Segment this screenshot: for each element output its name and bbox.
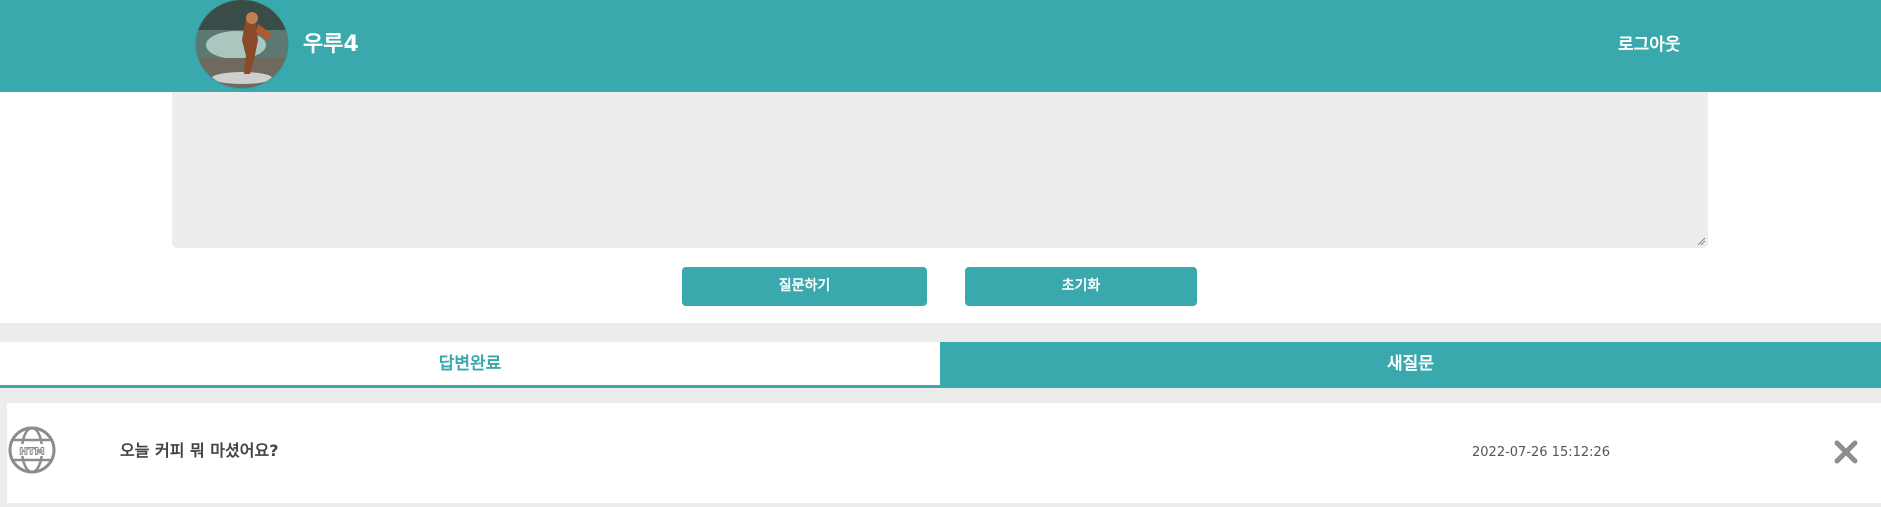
close-icon[interactable] <box>1830 436 1862 468</box>
svg-text:HTM: HTM <box>19 447 44 458</box>
username: 우루4 <box>303 32 359 57</box>
tab-new-questions[interactable]: 새질문 <box>940 342 1881 388</box>
avatar[interactable] <box>196 0 288 88</box>
avatar-image <box>196 0 288 88</box>
question-timestamp: 2022-07-26 15:12:26 <box>1472 445 1611 460</box>
tab-answered[interactable]: 답변완료 <box>0 342 940 388</box>
question-textarea[interactable] <box>172 92 1708 248</box>
list-item[interactable]: HTM 오늘 커피 뭐 마셨어요? 2022-07-26 15:12:26 <box>7 403 1881 503</box>
globe-icon: HTM <box>8 426 56 474</box>
question-tabs: 답변완료 새질문 <box>0 342 1881 388</box>
reset-button[interactable]: 초기화 <box>965 267 1197 306</box>
header: 우루4 로그아웃 <box>0 0 1881 92</box>
logout-link[interactable]: 로그아웃 <box>1618 32 1681 58</box>
ask-question-button[interactable]: 질문하기 <box>682 267 927 306</box>
question-textarea-container <box>172 92 1708 248</box>
question-text[interactable]: 오늘 커피 뭐 마셨어요? <box>120 439 278 463</box>
page: 우루4 로그아웃 질문하기 초기화 답변완료 새질문 HTM 오늘 커피 뭐 마… <box>0 0 1881 507</box>
resize-handle-icon[interactable] <box>1696 236 1706 246</box>
